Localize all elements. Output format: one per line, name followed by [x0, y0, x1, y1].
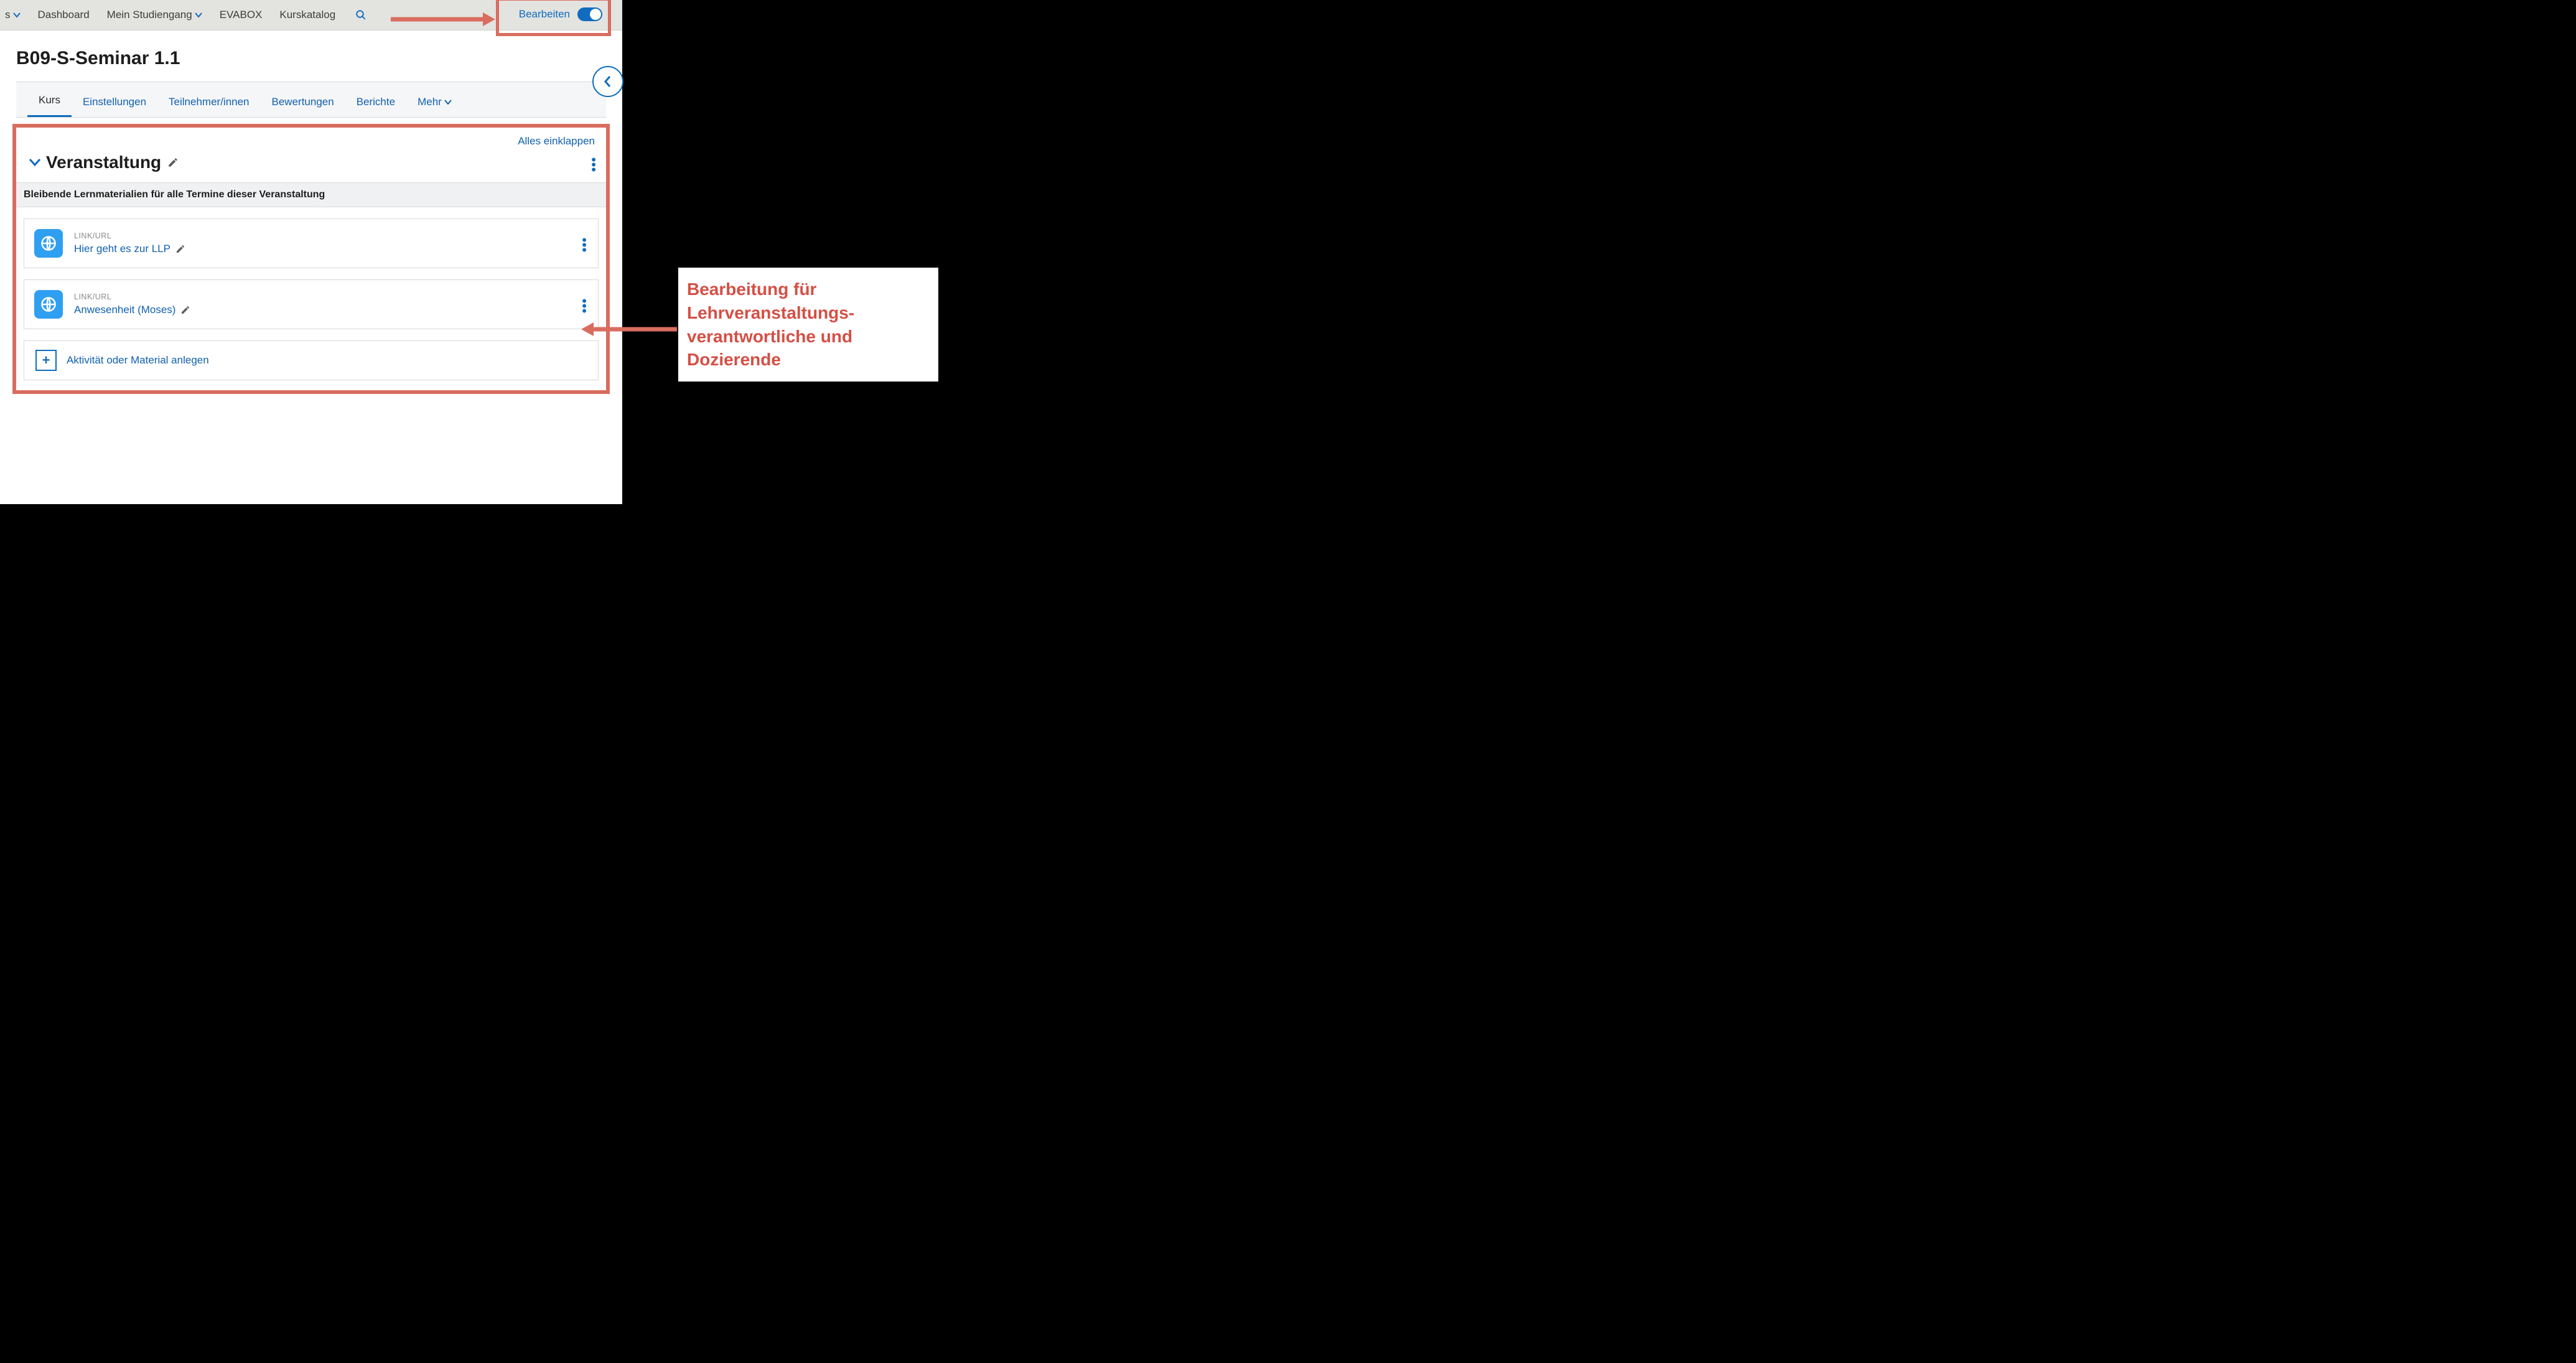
- edit-mode-block: Bearbeiten: [510, 4, 611, 25]
- nav-item-partial[interactable]: s: [5, 0, 29, 30]
- section-title: Veranstaltung: [46, 152, 161, 172]
- url-activity-icon: [34, 229, 63, 258]
- tab-bewertungen[interactable]: Bewertungen: [261, 87, 345, 117]
- activity-item: LINK/URL Hier geht es zur LLP •••: [24, 218, 599, 268]
- callout-line: Lehrveranstaltungs-: [687, 301, 930, 325]
- app-frame: s Dashboard Mein Studiengang EVABOX Kurs…: [0, 0, 622, 504]
- edit-activity-icon[interactable]: [175, 244, 185, 254]
- activity-title-text: Anwesenheit (Moses): [74, 304, 175, 316]
- chevron-down-icon: [195, 12, 202, 18]
- tab-label: Einstellungen: [83, 96, 146, 108]
- activity-type-label: LINK/URL: [74, 232, 185, 240]
- activity-text: LINK/URL Hier geht es zur LLP: [74, 232, 185, 255]
- collapse-all-link[interactable]: Alles einklappen: [21, 133, 601, 149]
- nav-item-label: Kurskatalog: [279, 9, 335, 21]
- activity-actions-menu-icon[interactable]: •••: [582, 238, 587, 253]
- section-collapse-icon[interactable]: [29, 158, 40, 167]
- plus-icon: +: [35, 350, 57, 371]
- course-tabs: Kurs Einstellungen Teilnehmer/innen Bewe…: [16, 82, 606, 118]
- tab-label: Teilnehmer/innen: [169, 96, 249, 108]
- section-header: Veranstaltung •••: [25, 151, 601, 174]
- search-icon[interactable]: [344, 9, 378, 21]
- section-banner: Bleibende Lernmaterialien für alle Termi…: [16, 182, 606, 207]
- callout-line: Bearbeitung für: [687, 278, 930, 301]
- add-activity-label: Aktivität oder Material anlegen: [67, 354, 209, 367]
- tab-berichte[interactable]: Berichte: [345, 87, 406, 117]
- annotation-highlight-content: Alles einklappen Veranstaltung ••• Bleib…: [12, 124, 610, 394]
- edit-mode-label: Bearbeiten: [519, 8, 570, 21]
- tab-label: Bewertungen: [272, 96, 334, 108]
- section-actions-menu-icon[interactable]: •••: [591, 157, 596, 172]
- page-title: B09-S-Seminar 1.1: [16, 48, 606, 69]
- tab-kurs[interactable]: Kurs: [27, 85, 72, 117]
- nav-item-dashboard[interactable]: Dashboard: [29, 0, 98, 30]
- tab-mehr[interactable]: Mehr: [406, 87, 463, 117]
- tab-label: Mehr: [418, 96, 442, 108]
- chevron-down-icon: [13, 12, 21, 18]
- tab-einstellungen[interactable]: Einstellungen: [72, 87, 157, 117]
- edit-activity-icon[interactable]: [180, 305, 190, 315]
- activity-actions-menu-icon[interactable]: •••: [582, 299, 587, 314]
- edit-mode-toggle[interactable]: [577, 7, 602, 21]
- activity-title-link[interactable]: Anwesenheit (Moses): [74, 304, 190, 316]
- tab-teilnehmer[interactable]: Teilnehmer/innen: [157, 87, 260, 117]
- activity-text: LINK/URL Anwesenheit (Moses): [74, 293, 190, 316]
- tab-label: Berichte: [357, 96, 395, 108]
- annotation-arrow-left-icon: [579, 321, 678, 337]
- nav-item-label: Dashboard: [38, 9, 90, 21]
- activity-item: LINK/URL Anwesenheit (Moses) •••: [24, 279, 599, 329]
- nav-item-evabox[interactable]: EVABOX: [211, 0, 271, 30]
- annotation-arrow-right-icon: [391, 11, 497, 27]
- callout-line: Dozierende: [687, 348, 930, 372]
- chevron-down-icon: [444, 100, 452, 105]
- activity-title-text: Hier geht es zur LLP: [74, 243, 170, 255]
- add-activity-button[interactable]: + Aktivität oder Material anlegen: [24, 340, 599, 380]
- page-area: B09-S-Seminar 1.1 Kurs Einstellungen Tei…: [0, 48, 622, 118]
- nav-item-kurskatalog[interactable]: Kurskatalog: [271, 0, 344, 30]
- activity-title-link[interactable]: Hier geht es zur LLP: [74, 243, 185, 255]
- nav-item-label: Mein Studiengang: [107, 9, 192, 21]
- annotation-callout: Bearbeitung für Lehrveranstaltungs- vera…: [678, 268, 938, 382]
- edit-title-icon[interactable]: [167, 157, 179, 168]
- top-nav: s Dashboard Mein Studiengang EVABOX Kurs…: [0, 0, 622, 30]
- nav-item-partial-label: s: [5, 9, 11, 21]
- activity-list: LINK/URL Hier geht es zur LLP •••: [21, 207, 601, 383]
- nav-item-studiengang[interactable]: Mein Studiengang: [98, 0, 211, 30]
- nav-item-label: EVABOX: [220, 9, 263, 21]
- callout-line: verantwortliche und: [687, 325, 930, 349]
- drawer-collapse-button[interactable]: [592, 66, 623, 97]
- url-activity-icon: [34, 290, 63, 319]
- activity-type-label: LINK/URL: [74, 293, 190, 301]
- tab-label: Kurs: [39, 94, 60, 106]
